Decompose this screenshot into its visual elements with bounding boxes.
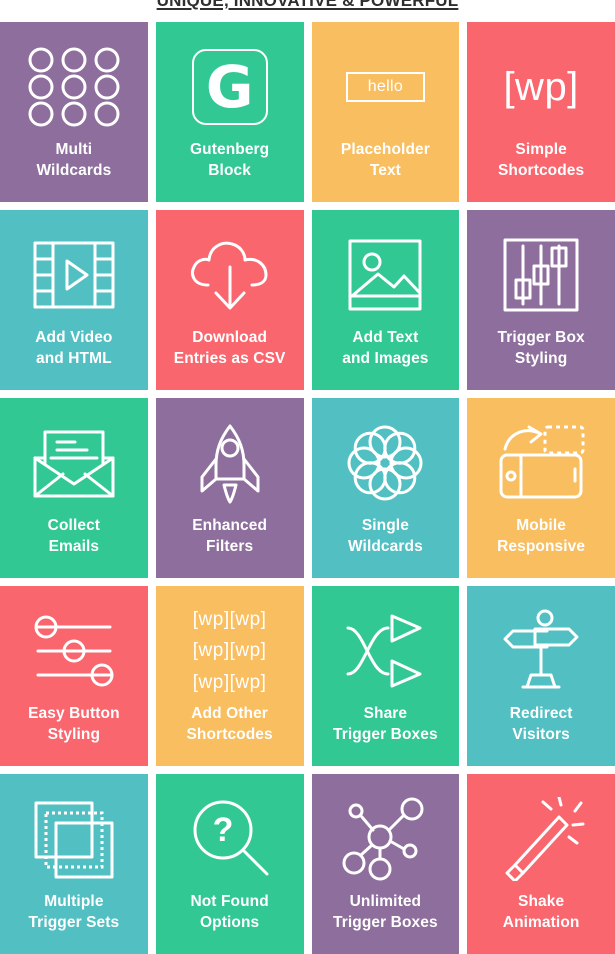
feature-tile-label: Simple Shortcodes xyxy=(497,141,585,179)
feature-tile-icon xyxy=(312,600,460,702)
feature-tile-icon: [wp][wp] [wp][wp] [wp][wp] xyxy=(156,600,304,702)
feature-tile[interactable]: hello Placeholder Text xyxy=(311,22,460,202)
feature-tile-icon xyxy=(312,788,460,890)
feature-tile-label: Trigger Box Styling xyxy=(497,329,585,367)
feature-tile-label: Easy Button Styling xyxy=(28,705,120,743)
feature-tile-icon: G xyxy=(156,36,304,138)
page-title: UNIQUE, INNOVATIVE & POWERFUL xyxy=(156,0,459,10)
feature-tile-label: Download Entries as CSV xyxy=(173,329,286,367)
envelope-letter-icon xyxy=(29,422,119,504)
feature-tile[interactable]: Unlimited Trigger Boxes xyxy=(311,774,460,954)
shortcode-line: [wp][wp] xyxy=(192,671,267,693)
shuffle-arrows-icon xyxy=(340,614,430,688)
feature-tile-icon xyxy=(0,224,148,326)
stacked-layers-icon xyxy=(30,797,118,881)
feature-tile-icon xyxy=(0,412,148,514)
feature-tile[interactable]: Multiple Trigger Sets xyxy=(0,774,148,954)
feature-tile-label: Mobile Responsive xyxy=(497,517,586,555)
feature-tile-icon xyxy=(156,224,304,326)
phone-rotate-icon xyxy=(493,423,589,503)
feature-tile-icon xyxy=(312,224,460,326)
feature-tile-label: Placeholder Text xyxy=(340,141,430,179)
feature-tile[interactable]: Share Trigger Boxes xyxy=(311,586,460,766)
signpost-icon xyxy=(499,609,583,693)
feature-tile-icon: [wp] xyxy=(467,36,615,138)
feature-tile-icon: hello xyxy=(312,36,460,138)
feature-tile[interactable]: Easy Button Styling xyxy=(0,586,148,766)
shortcode-line: [wp][wp] xyxy=(192,608,267,630)
placeholder-box-icon: hello xyxy=(345,72,426,102)
magnifier-question-icon: ? xyxy=(187,797,273,881)
feature-tile-label: Add Other Shortcodes xyxy=(186,705,273,743)
wp-shortcode-icon: [wp] xyxy=(503,65,579,109)
feature-tile-icon xyxy=(467,412,615,514)
feature-tile[interactable]: Mobile Responsive xyxy=(467,398,615,578)
feature-tile[interactable]: Multi Wildcards xyxy=(0,22,148,202)
feature-tile-label: Collect Emails xyxy=(47,517,101,555)
magic-wand-icon xyxy=(497,797,585,881)
feature-tile[interactable]: [wp] Simple Shortcodes xyxy=(467,22,615,202)
feature-tile-icon xyxy=(156,412,304,514)
feature-tile[interactable]: [wp][wp] [wp][wp] [wp][wp] Add Other Shortc… xyxy=(155,586,304,766)
feature-tile[interactable]: Collect Emails xyxy=(0,398,148,578)
svg-text:?: ? xyxy=(212,811,233,849)
feature-tile-label: Gutenberg Block xyxy=(189,141,270,179)
gutenberg-g-icon: G xyxy=(191,49,268,125)
feature-tile-icon: ? xyxy=(156,788,304,890)
equalizer-sliders-icon xyxy=(499,234,583,316)
feature-tile-label: Enhanced Filters xyxy=(192,517,268,555)
feature-tile[interactable]: Redirect Visitors xyxy=(467,586,615,766)
feature-tile[interactable]: Add Text and Images xyxy=(311,210,460,390)
feature-tile-label: Add Video and HTML xyxy=(35,329,113,367)
film-play-icon xyxy=(29,235,119,315)
feature-tile-icon xyxy=(0,788,148,890)
feature-tile[interactable]: Trigger Box Styling xyxy=(467,210,615,390)
wp-shortcode-stack-icon: [wp][wp] [wp][wp] [wp][wp] xyxy=(193,605,267,697)
feature-tile-label: Share Trigger Boxes xyxy=(333,705,438,743)
flower-circles-icon xyxy=(340,421,430,505)
feature-tile-label: Multi Wildcards xyxy=(36,141,112,179)
feature-tile[interactable]: ? Not Found Options xyxy=(155,774,304,954)
feature-grid: Multi Wildcards G Gutenberg Block hello Pl… xyxy=(0,22,615,954)
cloud-download-icon xyxy=(182,233,278,317)
feature-tile-label: Shake Animation xyxy=(502,893,580,931)
feature-tile-icon xyxy=(467,788,615,890)
feature-tile-icon xyxy=(467,224,615,326)
feature-tile[interactable]: Add Video and HTML xyxy=(0,210,148,390)
feature-tile-label: Single Wildcards xyxy=(347,517,423,555)
feature-tile-label: Multiple Trigger Sets xyxy=(28,893,120,931)
feature-tile[interactable]: Single Wildcards xyxy=(311,398,460,578)
feature-tile-icon xyxy=(467,600,615,702)
horizontal-sliders-icon xyxy=(26,613,122,689)
page-header: UNIQUE, INNOVATIVE & POWERFUL xyxy=(0,0,615,22)
feature-tile-icon xyxy=(312,412,460,514)
feature-tile-icon xyxy=(0,36,148,138)
image-picture-icon xyxy=(342,234,428,316)
feature-tile-icon xyxy=(0,600,148,702)
gutenberg-g-glyph: G xyxy=(205,53,254,121)
feature-tile-label: Redirect Visitors xyxy=(509,705,573,743)
feature-tile-label: Add Text and Images xyxy=(342,329,429,367)
feature-tile[interactable]: Download Entries as CSV xyxy=(155,210,304,390)
feature-tile[interactable]: Enhanced Filters xyxy=(155,398,304,578)
feature-tile-label: Unlimited Trigger Boxes xyxy=(333,893,438,931)
nine-circles-icon xyxy=(26,46,122,128)
rocket-icon xyxy=(192,421,268,505)
feature-tile[interactable]: G Gutenberg Block xyxy=(155,22,304,202)
network-nodes-icon xyxy=(340,797,430,881)
feature-tile[interactable]: Shake Animation xyxy=(467,774,615,954)
shortcode-line: [wp][wp] xyxy=(192,640,267,662)
feature-tile-label: Not Found Options xyxy=(190,893,269,931)
